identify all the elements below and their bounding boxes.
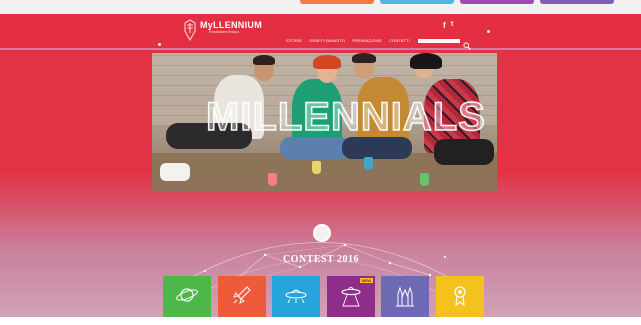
contest-badge-icon xyxy=(313,224,331,242)
planet-icon xyxy=(176,288,198,302)
hero-flask-pink xyxy=(268,173,277,186)
award-icon xyxy=(454,286,466,307)
category-tile-rocket[interactable] xyxy=(218,276,266,317)
hero-person-2-legs xyxy=(280,137,350,159)
category-tile-planet[interactable] xyxy=(163,276,211,317)
new-badge: NEW xyxy=(359,278,373,283)
hero-flask-green xyxy=(420,173,429,186)
cathedral-icon xyxy=(396,286,414,307)
nav-item-contatti[interactable]: CONTATTI xyxy=(389,38,410,43)
hero-flask-yellow xyxy=(312,161,321,174)
contest-title: CONTEST 2016 xyxy=(282,254,360,265)
hero-person-3-hair xyxy=(352,53,376,63)
ufo-icon xyxy=(285,289,307,304)
header-divider xyxy=(0,48,641,50)
search-icon[interactable] xyxy=(463,37,471,50)
hero-person-3-legs xyxy=(342,137,412,159)
hero-flask-blue xyxy=(364,157,373,170)
category-tile-cathedral[interactable] xyxy=(381,276,429,317)
browser-top-strip xyxy=(0,0,641,14)
header-dot-left xyxy=(158,43,161,46)
category-tile-ufo-beam[interactable]: NEW xyxy=(327,276,375,317)
logo-mark-icon[interactable] xyxy=(182,19,198,42)
globe-wireframe xyxy=(169,242,471,301)
hero-title: MILLENNIALS xyxy=(205,94,486,140)
twitter-icon[interactable]: t xyxy=(451,21,453,28)
nav-item-graffi-bandito[interactable]: GRAFFI BANDITO xyxy=(309,38,345,43)
hero-person-4-hair xyxy=(410,53,442,69)
hero-person-1-hair xyxy=(253,55,275,65)
header-dot-right xyxy=(487,30,490,33)
logo-text[interactable]: MyLLENNIUM xyxy=(200,20,262,30)
nav-item-premiazione[interactable]: PREMIAZIONE xyxy=(352,38,382,43)
category-tile-award[interactable] xyxy=(436,276,484,317)
search-input[interactable] xyxy=(418,39,460,43)
nav-item-storie[interactable]: STORIE xyxy=(286,38,302,43)
browser-tab-blue[interactable] xyxy=(380,0,454,4)
hero-person-4-legs xyxy=(434,139,494,165)
logo-tagline: Fondazione Bracco xyxy=(209,30,240,34)
main-nav: STORIE GRAFFI BANDITO PREMIAZIONE CONTAT… xyxy=(286,38,410,43)
hero-person-2-hair xyxy=(313,55,341,69)
hero-image: MILLENNIALS xyxy=(152,53,497,191)
facebook-icon[interactable]: f xyxy=(443,21,446,30)
browser-tab-orange[interactable] xyxy=(300,0,374,4)
hero-person-1-shoe xyxy=(160,163,190,181)
browser-tab-purple[interactable] xyxy=(460,0,534,4)
category-tile-ufo[interactable] xyxy=(272,276,320,317)
browser-tab-violet[interactable] xyxy=(540,0,614,4)
rocket-icon xyxy=(233,286,251,304)
ufo-beam-icon xyxy=(341,286,361,307)
